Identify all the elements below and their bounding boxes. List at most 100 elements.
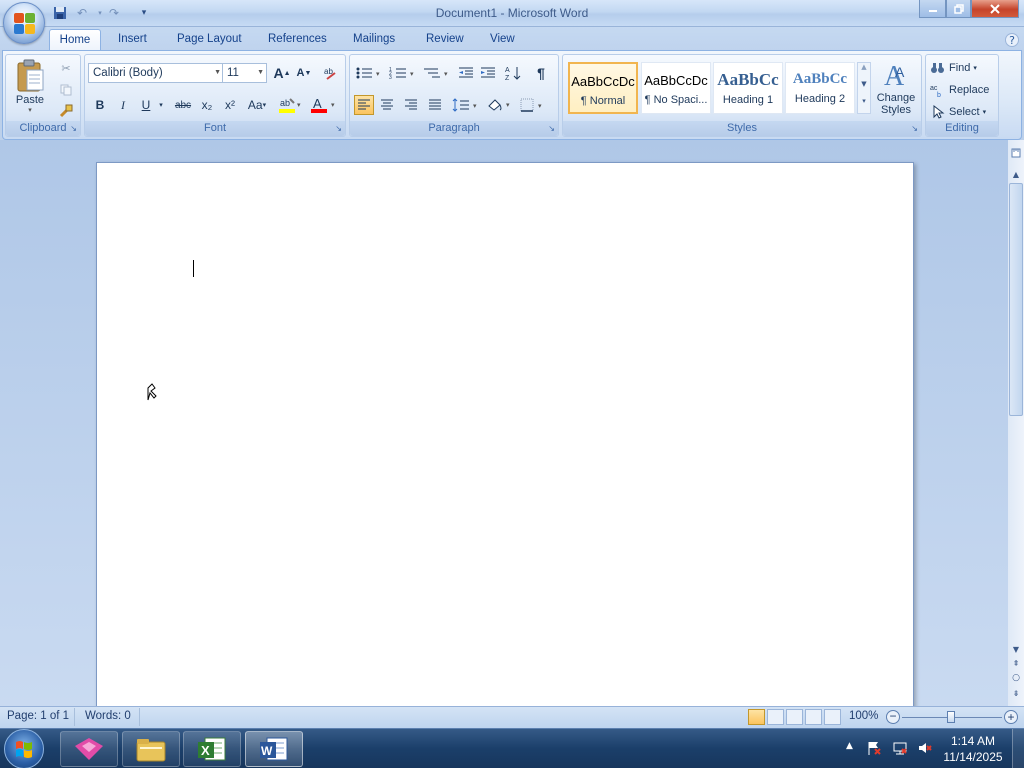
previous-page-icon[interactable]: ⇞ <box>1009 656 1023 670</box>
find-button[interactable]: Find ▾ <box>929 58 995 78</box>
line-spacing-button[interactable]: ▾ <box>451 95 481 115</box>
word-count-status[interactable]: Words: 0 <box>85 710 131 722</box>
zoom-in-icon[interactable]: + <box>1004 710 1018 724</box>
undo-icon[interactable]: ↶ <box>73 4 91 22</box>
show-desktop-button[interactable] <box>1012 729 1024 768</box>
paste-button[interactable]: Paste ▾ <box>10 57 50 117</box>
align-left-icon[interactable] <box>354 95 374 115</box>
paste-icon <box>17 59 44 92</box>
change-styles-button[interactable]: AA Change Styles <box>873 59 919 121</box>
taskbar-word[interactable]: W <box>245 731 303 767</box>
scroll-up-icon[interactable]: ▲ <box>1009 167 1023 181</box>
customize-qat-icon[interactable]: ▾ <box>135 4 153 22</box>
svg-text:▾: ▾ <box>376 71 380 78</box>
status-divider <box>139 708 140 726</box>
bold-button[interactable]: B <box>90 95 110 115</box>
tab-review[interactable]: Review <box>416 29 474 50</box>
borders-button[interactable]: ▾ <box>519 95 549 115</box>
styles-launcher-icon[interactable]: ↘ <box>911 124 918 133</box>
tab-home[interactable]: Home <box>49 29 101 50</box>
sort-icon[interactable]: AZ <box>503 63 523 83</box>
chevron-up-icon[interactable]: ▲ <box>858 63 870 80</box>
font-launcher-icon[interactable]: ↘ <box>335 124 342 133</box>
show-marks-button[interactable]: ¶ <box>531 63 551 83</box>
tab-mailings[interactable]: Mailings <box>343 29 405 50</box>
copy-icon[interactable] <box>56 80 76 100</box>
bullets-button[interactable]: ▾ <box>354 63 384 83</box>
zoom-out-icon[interactable]: − <box>886 710 900 724</box>
zoom-slider-thumb[interactable] <box>947 711 955 723</box>
taskbar-app-pink[interactable] <box>60 731 118 767</box>
draft-icon[interactable] <box>824 709 841 725</box>
taskbar-excel[interactable]: X <box>183 731 241 767</box>
paragraph-launcher-icon[interactable]: ↘ <box>548 124 555 133</box>
strikethrough-button[interactable]: abc <box>171 95 195 115</box>
network-icon[interactable] <box>892 740 908 759</box>
outline-icon[interactable] <box>805 709 822 725</box>
tray-clock[interactable]: 1:14 AM 11/14/2025 <box>940 733 1006 765</box>
save-icon[interactable] <box>51 4 69 22</box>
tab-page-layout[interactable]: Page Layout <box>167 29 252 50</box>
format-painter-icon[interactable] <box>56 101 76 121</box>
shrink-font-button[interactable]: A ▼ <box>294 63 314 83</box>
italic-button[interactable]: I <box>113 95 133 115</box>
style-normal[interactable]: AaBbCcDc ¶ Normal <box>568 62 638 114</box>
more-styles-icon[interactable]: ▾ <box>858 97 870 113</box>
taskbar-explorer[interactable] <box>122 731 180 767</box>
subscript-button[interactable]: x₂ <box>197 95 217 115</box>
next-page-icon[interactable]: ⇟ <box>1009 686 1023 700</box>
show-hidden-icons[interactable]: ▲ <box>846 741 853 751</box>
grow-font-button[interactable]: A ▲ <box>272 63 292 83</box>
font-name-combo[interactable]: Calibri (Body) ▼ <box>88 63 224 83</box>
font-color-button[interactable]: A ▾ <box>309 95 339 115</box>
help-icon[interactable]: ? <box>1005 33 1019 47</box>
replace-button[interactable]: ac b Replace <box>929 80 995 100</box>
style-heading-1[interactable]: AaBbCc Heading 1 <box>713 62 783 114</box>
justify-icon[interactable] <box>425 95 445 115</box>
underline-dropdown-icon[interactable]: ▾ <box>156 95 166 115</box>
select-label: Select <box>949 106 980 118</box>
align-center-icon[interactable] <box>377 95 397 115</box>
tab-insert[interactable]: Insert <box>108 29 157 50</box>
decrease-indent-icon[interactable] <box>456 63 476 83</box>
change-case-button[interactable]: Aa ▾ <box>244 95 270 115</box>
tab-references[interactable]: References <box>258 29 337 50</box>
action-center-icon[interactable] <box>866 740 882 759</box>
superscript-button[interactable]: x² <box>220 95 240 115</box>
volume-muted-icon[interactable] <box>917 740 933 759</box>
numbering-button[interactable]: 1 2 3 ▾ <box>388 63 418 83</box>
style-heading-2[interactable]: AaBbCc Heading 2 <box>785 62 855 114</box>
style-no-spacing[interactable]: AaBbCcDc ¶ No Spaci... <box>641 62 711 114</box>
print-layout-icon[interactable] <box>748 709 765 725</box>
scroll-thumb[interactable] <box>1009 183 1023 416</box>
select-button[interactable]: Select ▾ <box>929 102 995 122</box>
tab-view[interactable]: View <box>480 29 525 50</box>
restore-button[interactable] <box>946 0 971 18</box>
redo-icon[interactable]: ↷ <box>105 4 123 22</box>
highlight-button[interactable]: ab ▾ <box>277 95 305 115</box>
browse-object-icon[interactable]: ○ <box>1009 671 1023 685</box>
shading-button[interactable]: ▾ <box>485 95 515 115</box>
increase-indent-icon[interactable] <box>478 63 498 83</box>
full-screen-reading-icon[interactable] <box>767 709 784 725</box>
chevron-down-icon[interactable]: ▼ <box>858 80 870 97</box>
scroll-down-icon[interactable]: ▼ <box>1009 642 1023 656</box>
minimize-button[interactable] <box>919 0 946 18</box>
close-button[interactable] <box>971 0 1019 18</box>
font-size-combo[interactable]: 11 ▼ <box>222 63 267 83</box>
start-button[interactable] <box>4 729 44 768</box>
zoom-level[interactable]: 100% <box>849 710 878 722</box>
web-layout-icon[interactable] <box>786 709 803 725</box>
page-count-status[interactable]: Page: 1 of 1 <box>7 710 69 722</box>
align-right-icon[interactable] <box>401 95 421 115</box>
office-button[interactable] <box>3 2 45 44</box>
ruler-toggle-icon[interactable] <box>1009 146 1023 160</box>
multilevel-list-button[interactable]: ▾ <box>422 63 452 83</box>
document-page[interactable] <box>96 162 914 722</box>
cut-icon[interactable]: ✂ <box>56 58 76 78</box>
underline-button[interactable]: U <box>136 95 156 115</box>
chevron-down-icon: ▼ <box>257 69 264 76</box>
numbering-icon: 123 ▾ <box>389 67 414 80</box>
clear-formatting-icon[interactable]: ab <box>321 63 341 83</box>
clipboard-launcher-icon[interactable]: ↘ <box>70 124 77 133</box>
